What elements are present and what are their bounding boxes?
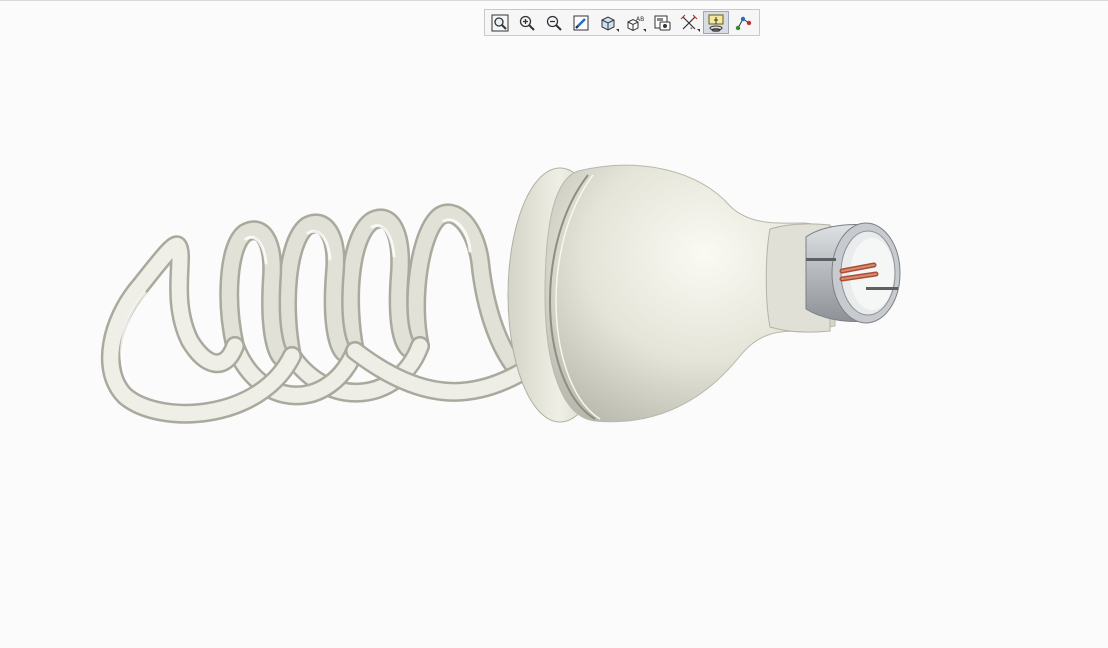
zoom-fit-button[interactable] bbox=[487, 11, 513, 34]
datum-display-button[interactable]: * bbox=[676, 11, 702, 34]
svg-text:*: * bbox=[690, 27, 693, 32]
saved-views-menu-caret bbox=[643, 29, 646, 32]
datum-display-menu-caret bbox=[697, 29, 700, 32]
zoom-fit-icon bbox=[491, 14, 509, 31]
datum-display-icon: * bbox=[680, 14, 698, 32]
annotation-display-button[interactable] bbox=[730, 11, 756, 34]
connector-sleeve[interactable] bbox=[805, 222, 901, 324]
zoom-in-button[interactable] bbox=[514, 11, 540, 34]
display-style-menu-caret bbox=[616, 29, 619, 32]
zoom-in-icon bbox=[519, 15, 535, 31]
saved-views-icon: AB bbox=[627, 16, 644, 31]
graphics-toolbar: AB * bbox=[484, 9, 760, 36]
plug-body[interactable] bbox=[507, 164, 836, 423]
zoom-out-icon bbox=[546, 15, 562, 31]
3d-model-power-cord[interactable] bbox=[0, 1, 1108, 648]
coiled-cable[interactable] bbox=[100, 203, 530, 424]
display-style-icon bbox=[601, 15, 615, 31]
spin-center-icon bbox=[708, 14, 724, 32]
view-manager-button[interactable] bbox=[649, 11, 675, 34]
view-manager-icon bbox=[654, 15, 671, 30]
saved-views-label: AB bbox=[636, 16, 644, 23]
annotation-display-icon bbox=[735, 16, 752, 30]
graphics-viewport[interactable]: AB * bbox=[0, 0, 1108, 647]
saved-views-button[interactable]: AB bbox=[622, 11, 648, 34]
spin-center-button[interactable] bbox=[703, 11, 729, 34]
repaint-button[interactable] bbox=[568, 11, 594, 34]
display-style-button[interactable] bbox=[595, 11, 621, 34]
zoom-out-button[interactable] bbox=[541, 11, 567, 34]
repaint-icon bbox=[573, 15, 589, 30]
